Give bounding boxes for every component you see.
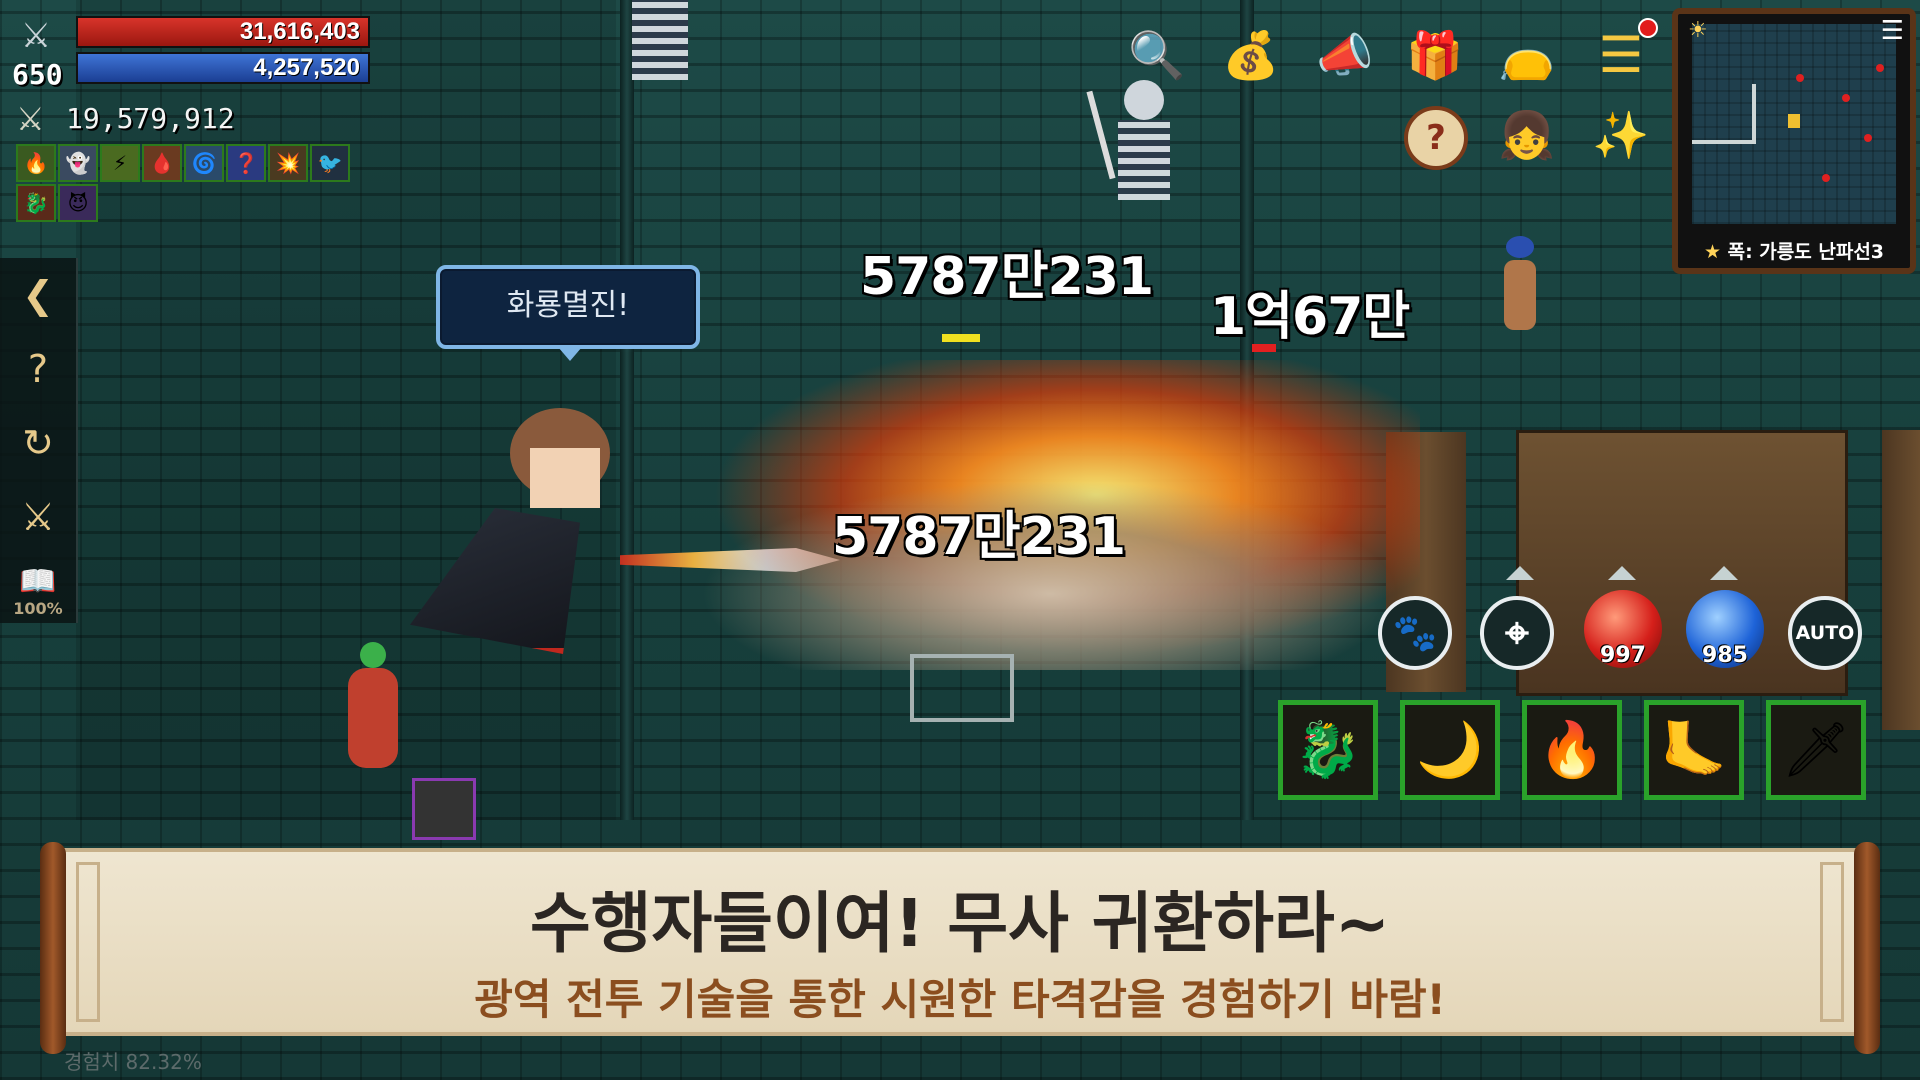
skeleton-enemy[interactable] (1086, 80, 1188, 250)
slash-skill-icon[interactable]: 🌙 (1400, 700, 1500, 800)
map-location-name: ★ 폭: 가릉도 난파선3 (1678, 237, 1910, 264)
buff-icon[interactable]: 🐦 (310, 144, 350, 182)
auto-button[interactable]: AUTO (1788, 596, 1862, 670)
auto-label: AUTO (1795, 622, 1855, 644)
battle-icon[interactable]: ⚔ (0, 480, 76, 554)
mp-potion-button[interactable]: 985 (1686, 590, 1764, 668)
promo-banner: 수행자들이여! 무사 귀환하라~ 광역 전투 기술을 통한 시원한 타격감을 경… (40, 842, 1880, 1054)
enemy-marker (1796, 74, 1804, 82)
mandrake-npc[interactable] (1500, 236, 1540, 364)
crosshair-icon[interactable]: ⌖ (1480, 596, 1554, 670)
list-icon[interactable]: ☰ (1881, 16, 1904, 46)
reward-bag-icon[interactable]: 💰 (1216, 20, 1286, 90)
megaphone-icon[interactable]: 📣 (1310, 20, 1380, 90)
map-wall (1752, 84, 1756, 144)
buff-icon[interactable]: ⚡ (100, 144, 140, 182)
companion-portrait[interactable] (412, 778, 476, 840)
damage-number: 5787만231 (860, 247, 1154, 307)
kick-skill-icon[interactable]: 🦶 (1644, 700, 1744, 800)
mandrake-npc[interactable] (338, 642, 408, 782)
enemy-marker (1864, 134, 1872, 142)
enemy-marker (1822, 174, 1830, 182)
fire-spin-skill-icon[interactable]: 🔥 (1522, 700, 1622, 800)
help-icon[interactable]: ? (1404, 106, 1468, 170)
buff-icon[interactable]: ❓ (226, 144, 266, 182)
map-wall (1692, 140, 1752, 144)
book-percent: 100% (13, 599, 63, 618)
game-screen: ⚔ 650 31,616,403 4,257,520 ⚔ 19,579,912 … (0, 0, 1920, 1080)
speech-bubble: 화룡멸진! (436, 265, 700, 361)
buff-icon[interactable]: 🔥 (16, 144, 56, 182)
expand-arrow-icon[interactable] (1710, 566, 1738, 580)
book-button[interactable]: 📖 100% (0, 554, 76, 628)
buff-icon[interactable]: 🌀 (184, 144, 224, 182)
banner-subtitle: 광역 전투 기술을 통한 시원한 타격감을 경험하기 바람! (474, 975, 1446, 1024)
enemy-marker (1876, 64, 1884, 72)
player-level: 650 (12, 58, 63, 91)
buff-icon[interactable]: 😈 (58, 184, 98, 222)
hp-potion-count: 997 (1600, 643, 1646, 668)
gift-icon[interactable]: 🎁 (1400, 20, 1470, 90)
enemy-marker (1842, 94, 1850, 102)
buff-icon[interactable]: 👻 (58, 144, 98, 182)
pouch-icon[interactable]: 👝 (1492, 20, 1562, 90)
minimap-view (1692, 24, 1896, 224)
player-character[interactable] (410, 408, 630, 658)
paw-icon[interactable]: 🐾 (1378, 596, 1452, 670)
skeleton-enemy[interactable] (620, 0, 700, 90)
damage-number: 1억67만 (1210, 287, 1410, 347)
mp-potion-count: 985 (1702, 643, 1748, 668)
sun-icon: ☀ (1688, 18, 1708, 43)
magic-wand-icon[interactable]: ✨ (1586, 100, 1656, 170)
star-icon: ★ (1703, 241, 1728, 263)
expand-arrow-icon[interactable] (1608, 566, 1636, 580)
fire-dragon-skill-icon[interactable]: 🐉 (1278, 700, 1378, 800)
mp-bar: 4,257,520 (76, 52, 370, 84)
book-icon: 📖 (19, 564, 57, 599)
enemy-hp-bar (942, 334, 980, 342)
buff-icon[interactable]: 🐉 (16, 184, 56, 222)
back-arrow-icon[interactable]: ❮ (0, 258, 76, 332)
map-location-text: 폭: 가릉도 난파선3 (1727, 241, 1885, 263)
repeat-quest-icon[interactable]: ↻ (0, 406, 76, 480)
hp-potion-button[interactable]: 997 (1584, 590, 1662, 668)
experience-text: 경험치 82.32% (64, 1050, 202, 1074)
buff-list: 🔥 👻 ⚡ 🩸 🌀 ❓ 💥 🐦 🐉 😈 (16, 144, 376, 222)
quest-scroll-icon[interactable]: ? (0, 332, 76, 406)
crossed-swords-icon: ⚔ (20, 16, 52, 56)
minimap[interactable]: ☀ ☰ ★ 폭: 가릉도 난파선3 (1672, 8, 1916, 274)
combat-power: 19,579,912 (66, 102, 235, 135)
target-marker (910, 654, 1014, 722)
wooden-post (1882, 430, 1920, 730)
hp-bar: 31,616,403 (76, 16, 370, 48)
notification-dot (1638, 18, 1658, 38)
player-marker (1788, 114, 1800, 128)
combat-power-icon: ⚔ (16, 100, 45, 138)
sword-buff-skill-icon[interactable]: 🗡 (1766, 700, 1866, 800)
buff-icon[interactable]: 💥 (268, 144, 308, 182)
damage-number: 5787만231 (832, 507, 1126, 567)
banner-title: 수행자들이여! 무사 귀환하라~ (530, 885, 1390, 962)
left-side-menu: ❮ ? ↻ ⚔ 📖 100% (0, 258, 78, 623)
character-icon[interactable]: 👧 (1492, 100, 1562, 170)
expand-arrow-icon[interactable] (1506, 566, 1534, 580)
buff-icon[interactable]: 🩸 (142, 144, 182, 182)
